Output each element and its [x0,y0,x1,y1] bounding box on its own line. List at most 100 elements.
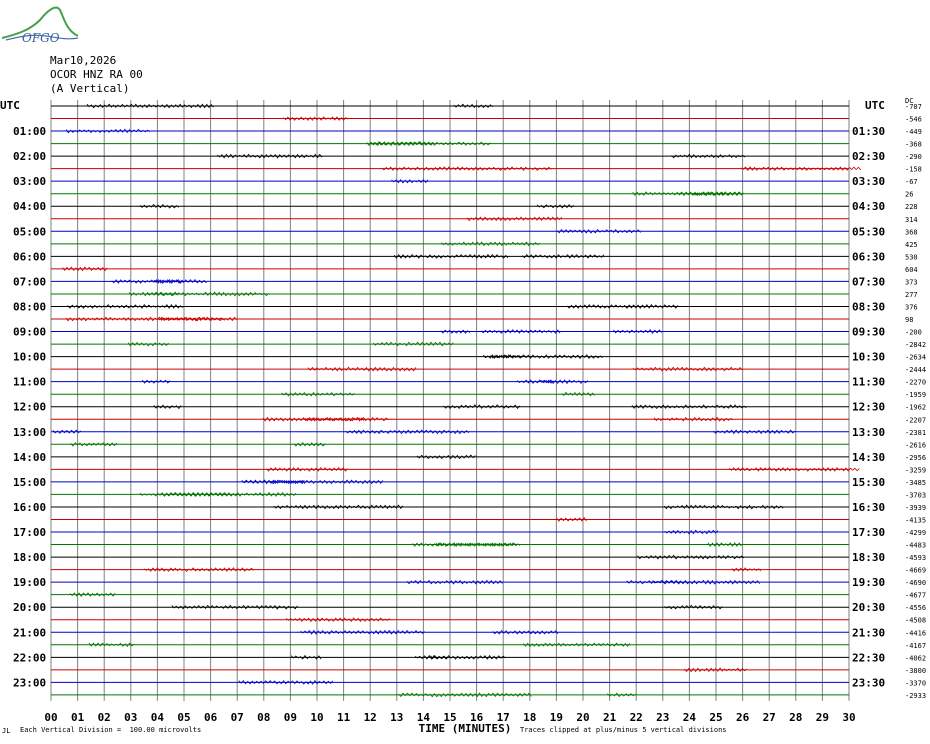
left-hour-label: 04:00 [13,200,46,213]
dc-offset-label: -2270 [905,379,926,387]
right-hour-label: 13:30 [852,426,885,439]
dc-offset-label: -2933 [905,692,926,700]
dc-offset-label: -4593 [905,554,926,562]
x-tick-label: 08 [257,711,270,724]
left-hour-label: 16:00 [13,501,46,514]
left-hour-label: 17:00 [13,526,46,539]
dc-offset-label: 277 [905,291,918,299]
right-hour-label: 03:30 [852,175,885,188]
dc-offset-label: 604 [905,266,918,274]
left-hour-label: 22:00 [13,651,46,664]
left-hour-label: 18:00 [13,551,46,564]
left-hour-label: 02:00 [13,150,46,163]
dc-offset-label: -3703 [905,491,926,499]
helicorder-chart: -707-546-449-368-290-158-672622831436842… [0,97,926,735]
left-hour-label: 09:00 [13,326,46,339]
left-hour-label: 19:00 [13,576,46,589]
x-tick-label: 04 [151,711,165,724]
right-hour-label: 02:30 [852,150,885,163]
x-tick-label: 20 [576,711,589,724]
dc-offset-label: -449 [905,128,922,136]
x-axis-label: TIME (MINUTES) [419,722,512,735]
x-tick-label: 22 [630,711,643,724]
right-hour-label: 05:30 [852,225,885,238]
x-tick-label: 09 [284,711,297,724]
left-hour-label: 08:00 [13,300,46,313]
dc-offset-label: -158 [905,166,922,174]
left-hour-label: 05:00 [13,225,46,238]
dc-offset-label: -3259 [905,466,926,474]
dc-offset-label: 425 [905,241,918,249]
trace-burst [406,579,503,585]
x-tick-label: 07 [231,711,244,724]
dc-offset-label: -1962 [905,404,926,412]
right-hour-label: 09:30 [852,326,885,339]
left-hour-label: 01:00 [13,125,46,138]
left-hour-label: 07:00 [13,275,46,288]
left-hour-label: 13:00 [13,426,46,439]
x-tick-label: 26 [736,711,750,724]
x-tick-label: 25 [709,711,722,724]
trace-burst [283,116,349,121]
trace-burst [86,103,214,109]
trace-burst [653,416,734,422]
dc-offset-label: -290 [905,153,922,161]
x-tick-label: 12 [364,711,377,724]
x-tick-label: 06 [204,711,218,724]
left-hour-label: 11:00 [13,376,46,389]
dc-offset-label: -2616 [905,441,926,449]
dc-offset-label: -200 [905,329,922,337]
dc-offset-label: 26 [905,191,913,199]
dc-offset-label: -4416 [905,629,926,637]
corner-mark: JL [2,727,11,735]
dc-offset-label: -2634 [905,354,926,362]
x-tick-label: 11 [337,711,351,724]
x-tick-label: 23 [656,711,669,724]
x-tick-label: 24 [683,711,697,724]
dc-offset-label: -3370 [905,679,926,687]
right-hour-label: 07:30 [852,275,885,288]
dc-offset-label: -2842 [905,341,926,349]
trace-burst [453,103,493,108]
dc-offset-label: -2207 [905,416,926,424]
dc-offset-label: -4167 [905,642,926,650]
dc-offset-label: -546 [905,116,922,124]
x-tick-label: 10 [310,711,323,724]
dc-offset-label: -2956 [905,454,926,462]
right-hour-label: 11:30 [852,376,885,389]
dc-offset-label: 228 [905,203,918,211]
dc-label: DC [905,97,913,105]
right-hour-label: 06:30 [852,250,885,263]
x-tick-label: 30 [842,711,855,724]
left-hour-label: 14:00 [13,451,46,464]
left-hour-label: 23:00 [13,676,46,689]
right-hour-label: 10:30 [852,351,885,364]
right-hour-label: 17:30 [852,526,885,539]
x-tick-label: 27 [763,711,776,724]
right-hour-label: 12:30 [852,401,885,414]
x-tick-label: 00 [44,711,57,724]
left-hour-label: 21:00 [13,626,46,639]
dc-offset-label: -2444 [905,366,926,374]
right-hour-label: 23:30 [852,676,885,689]
axis-labels: -707-546-449-368-290-158-672622831436842… [0,97,926,735]
dc-offset-label: -4690 [905,579,926,587]
x-tick-label: 21 [603,711,617,724]
clip-note: Traces clipped at plus/minus 5 vertical … [520,726,727,734]
dc-offset-label: -3939 [905,504,926,512]
x-tick-label: 01 [71,711,85,724]
right-hour-label: 21:30 [852,626,885,639]
x-tick-label: 03 [124,711,137,724]
trace-burst [497,166,552,172]
right-hour-label: 15:30 [852,476,885,489]
dc-offset-label: -4483 [905,542,926,550]
x-tick-label: 02 [98,711,111,724]
trace-burst [67,303,183,309]
dc-offset-label: 314 [905,216,918,224]
x-tick-label: 29 [816,711,829,724]
dc-offset-label: 98 [905,316,913,324]
dc-offset-label: -4299 [905,529,926,537]
dc-offset-label: -2381 [905,429,926,437]
left-hour-label: 10:00 [13,351,46,364]
scale-note: Each Vertical Division = 100.00 microvol… [20,726,202,734]
